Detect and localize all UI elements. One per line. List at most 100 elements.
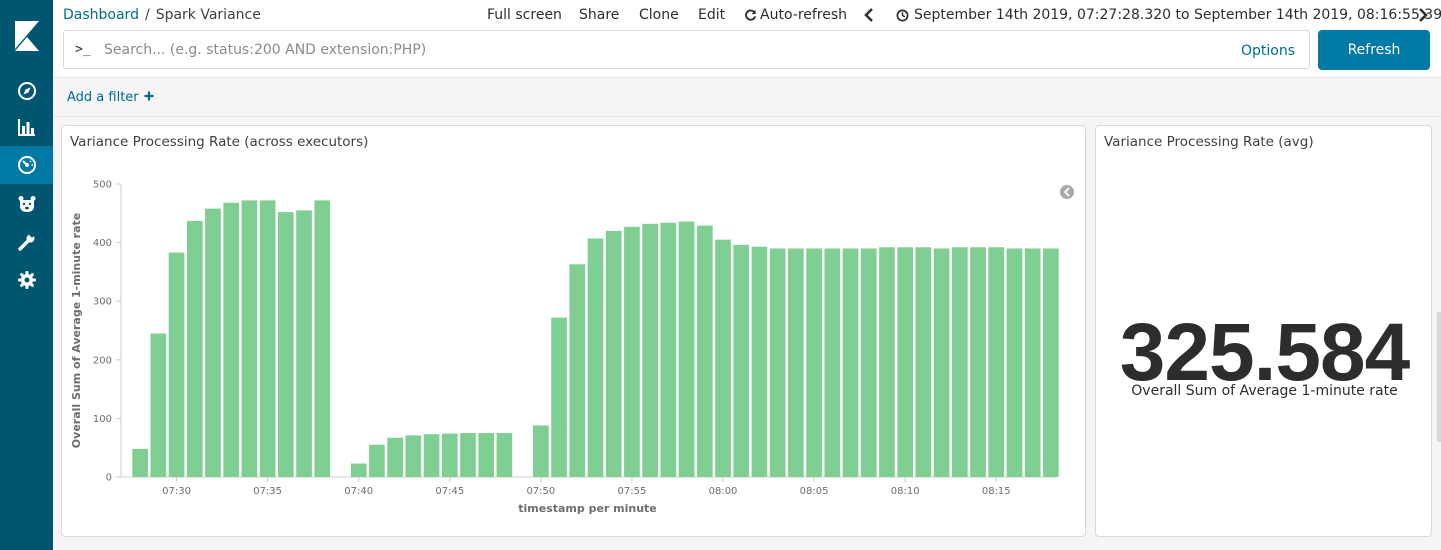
bar [496,433,513,477]
bar [915,247,932,477]
clock-icon [896,9,909,21]
bar [314,200,331,477]
y-tick-label: 300 [93,297,112,308]
bar [897,247,913,477]
time-next-button[interactable] [1418,8,1428,26]
bar [824,248,841,477]
bar [296,210,312,477]
bar [551,317,567,477]
sidebar [0,0,53,550]
bar [970,247,986,477]
time-prev-button[interactable] [864,8,874,26]
x-tick-label: 08:15 [982,486,1011,497]
auto-refresh-label: Auto-refresh [760,7,848,23]
bar [441,433,458,477]
fullscreen-button[interactable]: Full screen [487,7,562,23]
query-bar: >_ Search... (e.g. status:200 AND extens… [53,28,1441,78]
bear-icon [18,196,35,212]
x-tick-label: 08:00 [709,486,738,497]
options-link[interactable]: Options [1241,43,1295,59]
clone-button[interactable]: Clone [639,7,679,23]
y-tick-label: 0 [106,473,112,484]
bar [423,434,440,477]
bar [769,248,786,477]
bar [241,200,258,477]
chevron-right-icon [1419,8,1428,22]
nav-discover[interactable] [0,72,53,110]
nav-dashboard[interactable] [0,146,53,184]
bar [1024,248,1041,477]
y-tick-label: 100 [93,414,112,425]
bar [788,248,804,477]
nav-management[interactable] [0,261,53,299]
bar [806,248,822,477]
x-tick-label: 08:05 [800,486,829,497]
x-tick-label: 07:35 [253,486,282,497]
bar [350,463,367,477]
add-filter-label: Add a filter [67,90,139,105]
x-tick-label: 07:55 [618,486,647,497]
nav-visualize[interactable] [0,108,53,146]
x-axis-label: timestamp per minute [518,502,657,515]
gear-icon [17,271,36,289]
bar [205,208,221,477]
dashboard-gauge-icon [17,156,36,174]
bar [150,333,167,477]
legend-toggle-icon[interactable] [1060,185,1074,199]
wrench-icon [17,232,35,251]
bar [933,248,950,477]
bar [642,223,658,477]
bar [1006,248,1023,477]
bar [405,435,422,477]
bar [478,433,495,477]
nav-timelion[interactable] [0,185,53,223]
y-tick-label: 400 [93,238,112,249]
bar [660,222,677,477]
bar-chart: 0 100 200 300 400 500 07:30 07:35 07:40 07:45 07:5… [70,180,1074,515]
bar [842,248,859,477]
bar [696,225,713,477]
bar [460,433,476,477]
x-tick-label: 08:10 [891,486,920,497]
bar [951,247,968,477]
bar [988,247,1005,477]
bar [223,202,240,477]
search-input[interactable]: >_ Search... (e.g. status:200 AND extens… [63,30,1310,69]
refresh-button[interactable]: Refresh [1318,30,1430,70]
bar [168,252,185,477]
bar [715,239,731,477]
breadcrumb-current: Spark Variance [155,7,261,23]
refresh-icon [745,9,757,21]
share-button[interactable]: Share [579,7,619,23]
metric-panel: Variance Processing Rate (avg) 325.584 O… [1095,125,1432,537]
bar [678,221,695,477]
x-tick-label: 07:45 [435,486,464,497]
breadcrumb-dashboard-link[interactable]: Dashboard [63,7,139,23]
breadcrumb-separator: / [144,7,150,23]
nav-devtools[interactable] [0,223,53,261]
time-picker[interactable]: September 14th 2019, 07:27:28.320 to Sep… [896,7,1441,23]
plus-icon [144,91,154,101]
search-placeholder: Search... (e.g. status:200 AND extension… [104,42,427,58]
bar [587,238,604,477]
bar [387,437,403,477]
bar [259,200,276,477]
auto-refresh-button[interactable]: Auto-refresh [744,7,847,23]
chevron-left-icon [864,8,873,22]
bar [132,448,148,477]
bar [751,246,768,477]
x-tick-label: 07:40 [344,486,373,497]
add-filter-link[interactable]: Add a filter [67,90,154,105]
kibana-logo-icon[interactable] [0,0,53,72]
bar [860,248,877,477]
bar [533,425,549,477]
time-range-text: September 14th 2019, 07:27:28.320 to Sep… [914,7,1441,23]
metric-label: Overall Sum of Average 1-minute rate [1131,383,1398,399]
bar-chart-icon [17,119,35,136]
x-tick-label: 07:30 [162,486,191,497]
bar [624,226,640,477]
edit-button[interactable]: Edit [698,7,725,23]
y-tick-label: 200 [93,355,112,366]
bar [605,230,622,477]
bar [733,244,750,477]
